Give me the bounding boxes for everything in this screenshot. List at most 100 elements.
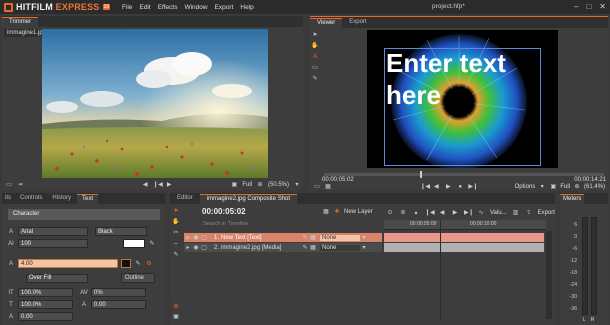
stroke-color-swatch[interactable]	[121, 259, 131, 268]
screen-icon[interactable]: ▭	[313, 183, 321, 191]
chevron-down-icon[interactable]: ▾	[360, 244, 368, 252]
menu-effects[interactable]: Effects	[158, 4, 178, 11]
add-icon[interactable]: ✚	[333, 208, 341, 216]
mark-in-icon[interactable]: ▴	[412, 209, 420, 217]
step-back-icon[interactable]: ❙◀	[153, 181, 163, 189]
menu-window[interactable]: Window	[184, 4, 207, 11]
viewer-options[interactable]: Options	[515, 184, 536, 190]
vertical-scale-input[interactable]: 100.0%	[18, 300, 73, 309]
tab-meters[interactable]: Meters	[560, 194, 585, 204]
chevron-down-icon[interactable]: ▾	[538, 183, 546, 191]
timeline-layer-row[interactable]: ▸ ◉ ▢ 1. New Text [Text] ✎ ▦ None ▾	[184, 233, 382, 242]
expand-icon[interactable]: ▸	[184, 234, 192, 242]
leading-input[interactable]: 0.00	[18, 312, 73, 321]
screen-icon[interactable]: ▭	[5, 181, 13, 189]
menu-export[interactable]: Export	[215, 4, 234, 11]
hand-tool-icon[interactable]: ✋	[172, 218, 180, 226]
tab-history[interactable]: History	[48, 194, 75, 204]
pen-icon[interactable]: ✎	[301, 234, 309, 242]
fit-icon[interactable]: ▣	[549, 183, 557, 191]
eyedropper-icon[interactable]: ✎	[148, 240, 156, 248]
render-icon[interactable]: ▥	[512, 209, 520, 217]
maximize-button[interactable]: □	[586, 2, 591, 11]
clip-text[interactable]	[384, 233, 544, 242]
snap-icon[interactable]: ⊙	[386, 209, 394, 217]
font-size-input[interactable]: 100	[18, 239, 88, 248]
value-graph-label[interactable]: Valu...	[490, 210, 507, 216]
rect-tool-icon[interactable]: ▭	[311, 64, 319, 72]
new-layer-button[interactable]: New Layer	[344, 209, 373, 215]
minimize-button[interactable]: –	[574, 2, 578, 11]
next-frame-icon[interactable]: ▶❙	[468, 183, 478, 191]
select-tool-icon[interactable]: ➤	[311, 31, 319, 39]
viewer-quality[interactable]: Full	[560, 184, 570, 190]
film-icon[interactable]: ▣	[172, 313, 180, 321]
menu-file[interactable]: File	[122, 4, 132, 11]
layer-blend-select[interactable]: None	[320, 244, 361, 251]
stroke-width-input[interactable]: 4.00	[18, 259, 118, 268]
clip-media[interactable]	[384, 243, 544, 252]
timeline-scrollbar[interactable]	[546, 231, 552, 319]
outline-button[interactable]: Outline	[121, 273, 155, 283]
tab-controls[interactable]: Controls	[16, 194, 46, 204]
settings-icon[interactable]: ⚙	[145, 260, 153, 268]
pen-tool-icon[interactable]: ✎	[311, 75, 319, 83]
select-tool-icon[interactable]: ➤	[172, 207, 180, 215]
pen-icon[interactable]: ✎	[301, 244, 309, 252]
menu-edit[interactable]: Edit	[139, 4, 150, 11]
slice-tool-icon[interactable]: ✂	[172, 229, 180, 237]
fill-color-swatch[interactable]	[123, 239, 145, 248]
timeline-layer-row[interactable]: ▸ ◉ ▢ 2. immagine2.jpg [Media] ✎ ▦ None …	[184, 243, 382, 252]
play-icon[interactable]: ▶	[165, 181, 173, 189]
chevron-down-icon[interactable]: ▾	[360, 234, 368, 242]
visibility-icon[interactable]: ◉	[192, 244, 200, 252]
slip-tool-icon[interactable]: ⇔	[172, 240, 180, 248]
menu-help[interactable]: Help	[240, 4, 253, 11]
expand-icon[interactable]: ▸	[184, 244, 192, 252]
layer-blend-select[interactable]: None	[320, 234, 361, 241]
baseline-input[interactable]: 0.00	[91, 300, 146, 309]
close-button[interactable]: ✕	[599, 2, 606, 11]
text-tool-icon[interactable]: A	[311, 53, 319, 61]
tab-viewer[interactable]: Viewer	[310, 18, 343, 28]
grid-icon[interactable]: ▦	[309, 244, 317, 252]
razor-tool-icon[interactable]: ✎	[172, 251, 180, 259]
timeline-playhead[interactable]	[440, 220, 441, 320]
visibility-icon[interactable]: ◉	[192, 234, 200, 242]
grid-icon[interactable]: ▦	[309, 234, 317, 242]
prev-frame-icon[interactable]: ◀	[141, 181, 149, 189]
go-start-icon[interactable]: ❙◀	[420, 183, 430, 191]
grid-icon[interactable]: ▦	[324, 183, 332, 191]
settings-icon[interactable]: ⚙	[172, 303, 180, 311]
stop-icon[interactable]: ●	[456, 183, 464, 191]
play-icon[interactable]: ▶	[444, 183, 452, 191]
viewer-overlay-text[interactable]: Enter text here	[386, 47, 546, 111]
hand-tool-icon[interactable]: ✋	[311, 42, 319, 50]
trimmer-quality[interactable]: Full	[242, 182, 252, 188]
tab-trimmer[interactable]: Trimmer	[2, 17, 39, 27]
tab-effects[interactable]: its	[2, 194, 14, 204]
next-frame-icon[interactable]: ▶❙	[464, 209, 474, 217]
export-icon[interactable]: ⇪	[525, 209, 533, 217]
lock-icon[interactable]: ▢	[200, 234, 208, 242]
tab-text[interactable]: Text	[77, 194, 99, 204]
font-style-select[interactable]: Black	[95, 227, 147, 236]
insert-icon[interactable]: ⇥	[16, 181, 24, 189]
play-icon[interactable]: ▶	[451, 209, 459, 217]
trimmer-zoom[interactable]: (50.5%)	[268, 182, 289, 188]
chevron-down-icon[interactable]: ▾	[293, 181, 301, 189]
editor-timecode[interactable]: 00:00:05:02	[202, 207, 246, 216]
tracking-input[interactable]: 0%	[91, 288, 146, 297]
ripple-icon[interactable]: ⊚	[399, 209, 407, 217]
value-graph-icon[interactable]: ∿	[477, 209, 485, 217]
zoom-icon[interactable]: ⊕	[573, 183, 581, 191]
fill-mode-select[interactable]: Over Fill	[26, 273, 88, 283]
eyedropper-icon[interactable]: ✎	[134, 260, 142, 268]
tab-composite-shot[interactable]: immagine2.jpg Composite Shot	[199, 194, 298, 204]
viewer-zoom[interactable]: (61.4%)	[584, 184, 605, 190]
fit-icon[interactable]: ▣	[230, 181, 238, 189]
character-header[interactable]: Character	[8, 209, 160, 220]
lock-icon[interactable]: ▢	[200, 244, 208, 252]
editor-export-button[interactable]: Export	[538, 210, 555, 216]
prev-frame-icon[interactable]: ◀	[432, 183, 440, 191]
